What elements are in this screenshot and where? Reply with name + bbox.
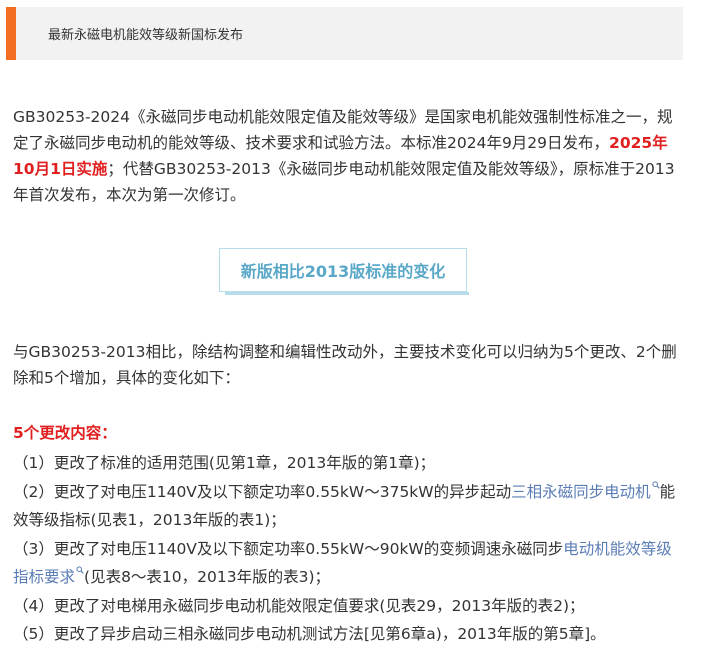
changes-list: （1）更改了标准的适用范围(见第1章，2013年版的第1章)； （2）更改了对电… bbox=[13, 449, 685, 649]
section-heading: 新版相比2013版标准的变化 bbox=[219, 248, 467, 292]
section-heading-underline bbox=[225, 292, 469, 295]
search-icon[interactable] bbox=[652, 480, 660, 489]
changes-heading: 5个更改内容： bbox=[13, 424, 117, 442]
list-item: （1）更改了标准的适用范围(见第1章，2013年版的第1章)； bbox=[13, 454, 436, 472]
header-title: 最新永磁电机能效等级新国标发布 bbox=[48, 28, 244, 43]
header-accent-stripe bbox=[6, 7, 16, 60]
intro-text-1: GB30253-2024《永磁同步电动机能效限定值及能效等级》是国家电机能效强制… bbox=[13, 108, 673, 152]
list-item: （5）更改了异步启动三相永磁同步电动机测试方法[见第6章a)，2013年版的第5… bbox=[13, 625, 606, 643]
list-item: （2）更改了对电压1140V及以下额定功率0.55kW～375kW的异步起动三相… bbox=[13, 480, 676, 529]
list-item: （3）更改了对电压1140V及以下额定功率0.55kW～90kW的变频调速永磁同… bbox=[13, 539, 672, 587]
section-heading-box: 新版相比2013版标准的变化 bbox=[219, 248, 469, 296]
summary-paragraph: 与GB30253-2013相比，除结构调整和编辑性改动外，主要技术变化可以归纳为… bbox=[13, 343, 677, 387]
search-icon[interactable] bbox=[76, 566, 84, 574]
header-bar: 最新永磁电机能效等级新国标发布 bbox=[6, 7, 683, 60]
link-pm-motor[interactable]: 三相永磁同步电动机 bbox=[511, 483, 651, 501]
list-item: （4）更改了对电梯用永磁同步电动机能效限定值要求(见表29，2013年版的表2)… bbox=[13, 596, 585, 615]
intro-paragraph: GB30253-2024《永磁同步电动机能效限定值及能效等级》是国家电机能效强制… bbox=[13, 104, 685, 208]
intro-text-2: ；代替GB30253-2013《永磁同步电动机能效限定值及能效等级》，原标准于2… bbox=[13, 160, 675, 204]
